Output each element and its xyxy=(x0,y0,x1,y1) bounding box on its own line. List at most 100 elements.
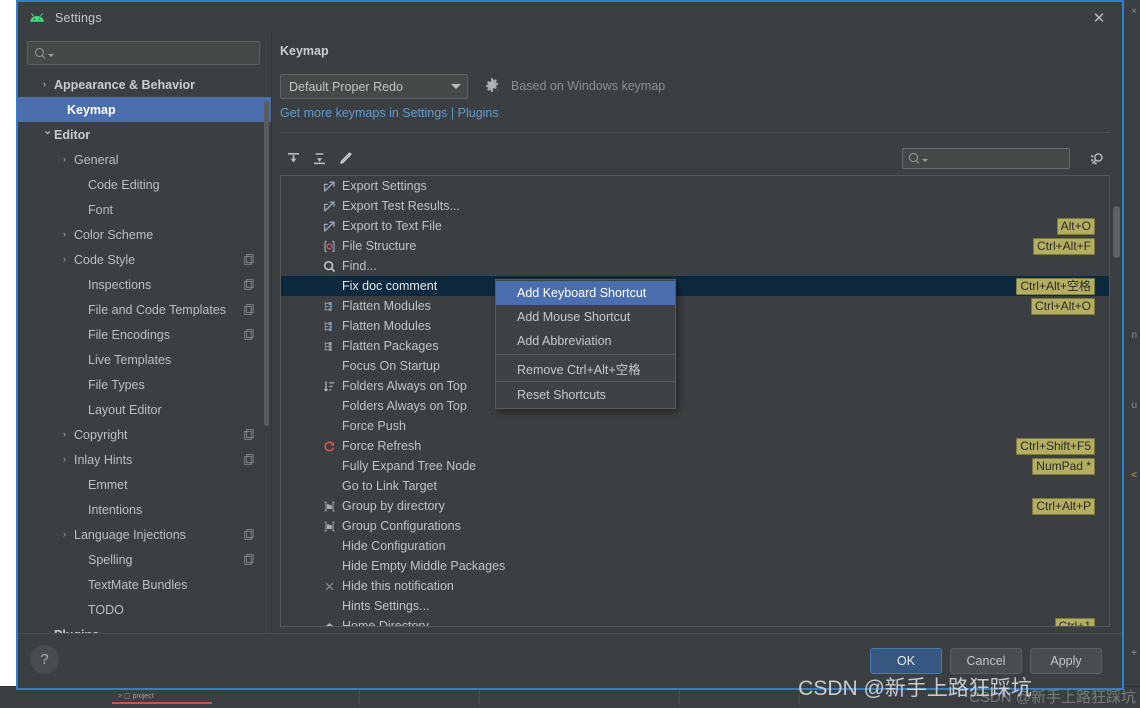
sidebar-item-appearance-behavior[interactable]: › Appearance & Behavior xyxy=(18,72,271,97)
sidebar-scrollbar[interactable] xyxy=(264,101,269,426)
keymap-search-input[interactable] xyxy=(902,148,1070,169)
copy-settings-icon[interactable] xyxy=(244,254,254,265)
context-menu-item[interactable]: Remove Ctrl+Alt+空格 xyxy=(496,356,675,380)
sidebar-item-editor[interactable]: ⌄ Editor xyxy=(18,122,271,147)
action-row[interactable]: Flatten Packages xyxy=(281,336,1109,356)
sidebar-item-file-and-code-templates[interactable]: File and Code Templates xyxy=(18,297,271,322)
action-row[interactable]: Export Settings xyxy=(281,176,1109,196)
action-row[interactable]: Group by directory Ctrl+Alt+P xyxy=(281,496,1109,516)
action-row[interactable]: Hide Empty Middle Packages xyxy=(281,556,1109,576)
action-label: Hide Empty Middle Packages xyxy=(342,559,506,573)
settings-search-input[interactable] xyxy=(27,41,260,65)
keymap-action-list[interactable]: Export Settings Export Test Results... Exp… xyxy=(280,175,1110,627)
settings-sidebar: › Appearance & Behavior Keymap ⌄ Editor › Gene… xyxy=(18,33,272,642)
action-row[interactable]: Folders Always on Top xyxy=(281,376,1109,396)
sidebar-item-emmet[interactable]: Emmet xyxy=(18,472,271,497)
context-menu-item[interactable]: Add Keyboard Shortcut xyxy=(496,281,675,305)
action-row[interactable]: File Structure Ctrl+Alt+F xyxy=(281,236,1109,256)
action-row[interactable]: Force Push xyxy=(281,416,1109,436)
action-row[interactable]: Hide this notification xyxy=(281,576,1109,596)
action-row[interactable]: Group Configurations xyxy=(281,516,1109,536)
action-row[interactable]: Folders Always on Top xyxy=(281,396,1109,416)
sidebar-item-color-scheme[interactable]: › Color Scheme xyxy=(18,222,271,247)
action-row[interactable]: Find... xyxy=(281,256,1109,276)
action-row[interactable]: Hide Configuration xyxy=(281,536,1109,556)
sidebar-item-layout-editor[interactable]: Layout Editor xyxy=(18,397,271,422)
action-row[interactable]: Force Refresh Ctrl+Shift+F5 xyxy=(281,436,1109,456)
bg-glyph: u xyxy=(1131,400,1137,411)
close-icon[interactable]: ✕ xyxy=(1076,2,1122,33)
search-icon xyxy=(35,47,46,59)
sidebar-item-font[interactable]: Font xyxy=(18,197,271,222)
action-row[interactable]: Go to Link Target xyxy=(281,476,1109,496)
action-row[interactable]: Flatten Modules Ctrl+Alt+O xyxy=(281,296,1109,316)
sidebar-item-file-encodings[interactable]: File Encodings xyxy=(18,322,271,347)
copy-settings-icon[interactable] xyxy=(244,554,254,565)
cancel-button[interactable]: Cancel xyxy=(950,648,1022,674)
sidebar-item-label: Code Editing xyxy=(88,177,160,192)
find-action-icon[interactable] xyxy=(1086,148,1108,170)
action-label: Focus On Startup xyxy=(342,359,440,373)
sidebar-item-label: TODO xyxy=(88,602,124,617)
chevron-right-icon: › xyxy=(63,429,66,439)
sidebar-item-label: File and Code Templates xyxy=(88,302,227,317)
chevron-right-icon: › xyxy=(43,79,46,89)
sidebar-item-keymap[interactable]: Keymap xyxy=(18,97,271,122)
sidebar-item-copyright[interactable]: › Copyright xyxy=(18,422,271,447)
sidebar-item-code-style[interactable]: › Code Style xyxy=(18,247,271,272)
ok-button[interactable]: OK xyxy=(870,648,942,674)
sidebar-item-label: Code Style xyxy=(74,252,136,267)
copy-settings-icon[interactable] xyxy=(244,329,254,340)
shortcut-badge: Ctrl+Alt+空格 xyxy=(1016,278,1095,295)
group-folder-icon xyxy=(321,498,337,514)
action-row[interactable]: Hints Settings... xyxy=(281,596,1109,616)
shortcut-badge: Ctrl+1 xyxy=(1054,618,1095,626)
sidebar-item-label: Appearance & Behavior xyxy=(54,77,196,92)
copy-settings-icon[interactable] xyxy=(244,454,254,465)
action-row[interactable]: Flatten Modules xyxy=(281,316,1109,336)
copy-settings-icon[interactable] xyxy=(244,279,254,290)
apply-button[interactable]: Apply xyxy=(1030,648,1102,674)
gear-icon[interactable] xyxy=(484,77,500,93)
sidebar-item-label: Layout Editor xyxy=(88,402,162,417)
expand-all-icon[interactable] xyxy=(282,147,304,169)
chevron-right-icon: › xyxy=(63,254,66,264)
action-row[interactable]: Export Test Results... xyxy=(281,196,1109,216)
sidebar-search-wrapper xyxy=(18,33,271,72)
sidebar-item-label: General xyxy=(74,152,119,167)
action-row[interactable]: Fix doc comment Ctrl+Alt+空格 xyxy=(281,276,1109,296)
sidebar-item-spelling[interactable]: Spelling xyxy=(18,547,271,572)
sidebar-item-textmate-bundles[interactable]: TextMate Bundles xyxy=(18,572,271,597)
context-menu-item[interactable]: Add Abbreviation xyxy=(496,329,675,353)
sidebar-item-language-injections[interactable]: › Language Injections xyxy=(18,522,271,547)
sidebar-item-file-types[interactable]: File Types xyxy=(18,372,271,397)
copy-settings-icon[interactable] xyxy=(244,304,254,315)
action-row[interactable]: Focus On Startup xyxy=(281,356,1109,376)
shortcut-context-menu[interactable]: Add Keyboard Shortcut Add Mouse Shortcut A… xyxy=(495,279,676,409)
context-menu-item[interactable]: Add Mouse Shortcut xyxy=(496,305,675,329)
sidebar-item-code-editing[interactable]: Code Editing xyxy=(18,172,271,197)
sidebar-item-todo[interactable]: TODO xyxy=(18,597,271,622)
sidebar-item-general[interactable]: › General xyxy=(18,147,271,172)
flatten-packages-icon xyxy=(321,338,337,354)
action-row[interactable]: Home Directory Ctrl+1 xyxy=(281,616,1109,626)
sidebar-item-live-templates[interactable]: Live Templates xyxy=(18,347,271,372)
copy-settings-icon[interactable] xyxy=(244,429,254,440)
get-more-keymaps-link[interactable]: Get more keymaps in Settings | Plugins xyxy=(280,106,499,120)
edit-pencil-icon[interactable] xyxy=(334,147,356,169)
action-label: Flatten Modules xyxy=(342,299,431,313)
keymap-scheme-select[interactable]: Default Proper Redo xyxy=(280,74,468,99)
collapse-all-icon[interactable] xyxy=(308,147,330,169)
sidebar-item-inlay-hints[interactable]: › Inlay Hints xyxy=(18,447,271,472)
sidebar-item-intentions[interactable]: Intentions xyxy=(18,497,271,522)
bg-glyph: × xyxy=(1131,6,1137,17)
context-menu-item[interactable]: Reset Shortcuts xyxy=(496,383,675,407)
sidebar-item-label: Inspections xyxy=(88,277,152,292)
action-row[interactable]: Fully Expand Tree Node NumPad * xyxy=(281,456,1109,476)
action-label: Folders Always on Top xyxy=(342,379,467,393)
action-row[interactable]: Export to Text File Alt+O xyxy=(281,216,1109,236)
sidebar-item-inspections[interactable]: Inspections xyxy=(18,272,271,297)
keymap-list-scrollbar[interactable] xyxy=(1113,206,1120,258)
help-button[interactable]: ? xyxy=(30,645,59,674)
copy-settings-icon[interactable] xyxy=(244,529,254,540)
